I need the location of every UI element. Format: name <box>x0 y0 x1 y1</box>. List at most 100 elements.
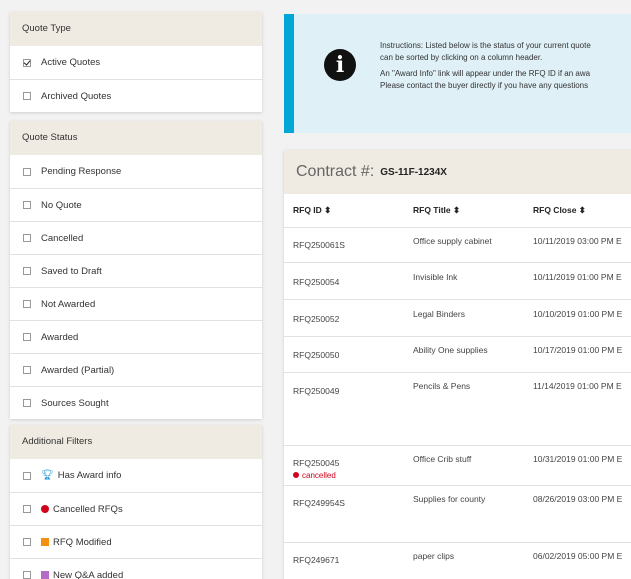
rfq-id-cell[interactable]: RFQ250049 <box>284 371 404 445</box>
rfq-id-cell[interactable]: RFQ250050 <box>284 335 404 372</box>
additional-filters-header: Additional Filters <box>10 425 262 459</box>
filter-sources-sought[interactable]: Sources Sought <box>10 386 262 419</box>
info-icon: i <box>324 49 356 81</box>
sources-sought-checkbox[interactable] <box>23 399 31 407</box>
filter-awarded[interactable]: Awarded <box>10 320 262 353</box>
red-dot-icon <box>293 472 299 478</box>
rfq-modified-checkbox[interactable] <box>23 538 31 546</box>
red-dot-icon <box>41 505 49 513</box>
no-quote-checkbox[interactable] <box>23 201 31 209</box>
quote-type-panel: Quote Type Active Quotes Archived Quotes <box>10 12 262 112</box>
has-award-info-checkbox[interactable] <box>23 471 31 480</box>
pending-response-checkbox[interactable] <box>23 167 31 176</box>
table-header-row: RFQ ID ⬍ RFQ Title ⬍ RFQ Close ⬍ <box>284 194 631 227</box>
table-row[interactable]: RFQ250045 cancelled Office Crib stuff 10… <box>284 444 631 485</box>
filter-label: RFQ Modified <box>53 536 112 548</box>
table-row[interactable]: RFQ250054 Invisible Ink 10/11/2019 01:00… <box>284 261 631 299</box>
instructions-box: i Instructions: Listed below is the stat… <box>284 14 631 133</box>
rfq-title-cell: Office supply cabinet <box>404 226 524 262</box>
rfq-close-cell: 10/17/2019 01:00 PM E <box>524 335 631 372</box>
rfq-id-cell[interactable]: RFQ249671 <box>284 541 404 579</box>
filter-not-awarded[interactable]: Not Awarded <box>10 287 262 320</box>
filter-label: Sources Sought <box>41 397 109 409</box>
saved-to-draft-checkbox[interactable] <box>23 267 31 275</box>
rfq-close-cell: 11/14/2019 01:00 PM E <box>524 371 631 445</box>
rfq-title-cell: Pencils & Pens <box>404 371 524 445</box>
orange-square-icon <box>41 538 49 546</box>
table-row[interactable]: RFQ249671 paper clips 06/02/2019 05:00 P… <box>284 541 631 579</box>
filter-active-quotes[interactable]: Active Quotes <box>10 46 262 79</box>
awarded-partial-checkbox[interactable] <box>23 366 31 374</box>
cancelled-checkbox[interactable] <box>23 234 31 242</box>
rfq-id-text[interactable]: RFQ250045 <box>293 458 404 468</box>
rfq-title-cell: Ability One supplies <box>404 335 524 372</box>
rfq-id-cell[interactable]: RFQ250054 <box>284 261 404 299</box>
active-quotes-checkbox[interactable] <box>23 58 31 67</box>
rfq-close-cell: 06/02/2019 05:00 PM E <box>524 541 631 579</box>
table-row[interactable]: RFQ250050 Ability One supplies 10/17/201… <box>284 335 631 372</box>
filter-label: Cancelled RFQs <box>53 503 123 515</box>
filter-label: Has Award info <box>57 470 122 481</box>
quote-type-header: Quote Type <box>10 12 262 46</box>
filter-pending-response[interactable]: Pending Response <box>10 155 262 188</box>
table-row[interactable]: RFQ250061S Office supply cabinet 10/11/2… <box>284 226 631 262</box>
rfq-title-cell: Invisible Ink <box>404 261 524 299</box>
filter-label: Not Awarded <box>41 298 96 310</box>
rfq-title-column-header[interactable]: RFQ Title ⬍ <box>404 194 524 227</box>
contract-number: GS-11F-1234X <box>380 166 447 178</box>
not-awarded-checkbox[interactable] <box>23 300 31 308</box>
rfq-close-cell: 10/31/2019 01:00 PM E <box>524 444 631 485</box>
filter-archived-quotes[interactable]: Archived Quotes <box>10 79 262 112</box>
table-row[interactable]: RFQ249954S Supplies for county 08/26/201… <box>284 484 631 542</box>
filter-label: New Q&A added <box>53 569 124 579</box>
rfq-close-column-header[interactable]: RFQ Close ⬍ <box>524 194 631 227</box>
filter-has-award-info[interactable]: 🏆︎ Has Award info <box>10 459 262 492</box>
table-row[interactable]: RFQ250052 Legal Binders 10/10/2019 01:00… <box>284 298 631 336</box>
filter-label: Awarded <box>41 331 79 343</box>
filter-cancelled-rfqs[interactable]: Cancelled RFQs <box>10 492 262 525</box>
filter-label: No Quote <box>41 199 82 211</box>
trophy-icon: 🏆︎ <box>41 470 54 481</box>
rfq-title-cell: paper clips <box>404 541 524 579</box>
instructions-line: can be sorted by clicking on a column he… <box>380 53 543 62</box>
instructions-line: Instructions: Listed below is the status… <box>380 41 591 50</box>
quote-status-panel: Quote Status Pending Response No Quote C… <box>10 121 262 419</box>
rfq-id-cell[interactable]: RFQ249954S <box>284 484 404 542</box>
archived-quotes-checkbox[interactable] <box>23 92 31 100</box>
table-row[interactable]: RFQ250049 Pencils & Pens 11/14/2019 01:0… <box>284 371 631 445</box>
filter-awarded-partial[interactable]: Awarded (Partial) <box>10 353 262 386</box>
rfq-close-cell: 08/26/2019 03:00 PM E <box>524 484 631 542</box>
contract-panel: Contract #: GS-11F-1234X RFQ ID ⬍ RFQ Ti… <box>284 150 631 579</box>
filter-label: Saved to Draft <box>41 265 102 277</box>
cancelled-label: cancelled <box>302 470 336 480</box>
rfq-close-cell: 10/10/2019 01:00 PM E <box>524 298 631 336</box>
instructions-text: Instructions: Listed below is the status… <box>380 40 631 96</box>
filter-label: Pending Response <box>41 166 122 177</box>
filter-rfq-modified[interactable]: RFQ Modified <box>10 525 262 558</box>
instructions-line: Please contact the buyer directly if you… <box>380 81 589 90</box>
rfq-id-cell[interactable]: RFQ250052 <box>284 298 404 336</box>
filter-saved-to-draft[interactable]: Saved to Draft <box>10 254 262 287</box>
contract-header: Contract #: GS-11F-1234X <box>284 150 631 194</box>
new-qa-added-checkbox[interactable] <box>23 571 31 579</box>
rfq-id-cell[interactable]: RFQ250045 cancelled <box>284 444 404 485</box>
cancelled-rfqs-checkbox[interactable] <box>23 505 31 513</box>
filter-label: Active Quotes <box>41 57 101 68</box>
additional-filters-panel: Additional Filters 🏆︎ Has Award info Can… <box>10 425 262 579</box>
rfq-close-cell: 10/11/2019 01:00 PM E <box>524 261 631 299</box>
filter-label: Awarded (Partial) <box>41 364 115 376</box>
filter-new-qa-added[interactable]: New Q&A added <box>10 558 262 579</box>
rfq-close-cell: 10/11/2019 03:00 PM E <box>524 226 631 262</box>
quote-status-header: Quote Status <box>10 121 262 155</box>
filter-no-quote[interactable]: No Quote <box>10 188 262 221</box>
rfq-table: RFQ ID ⬍ RFQ Title ⬍ RFQ Close ⬍ RFQ2500… <box>284 194 631 579</box>
filter-label: Archived Quotes <box>41 90 112 102</box>
filter-cancelled[interactable]: Cancelled <box>10 221 262 254</box>
rfq-title-cell: Office Crib stuff <box>404 444 524 485</box>
rfq-title-cell: Legal Binders <box>404 298 524 336</box>
rfq-id-column-header[interactable]: RFQ ID ⬍ <box>284 194 404 227</box>
instructions-line: An "Award Info" link will appear under t… <box>380 69 591 78</box>
cancelled-tag: cancelled <box>293 471 404 480</box>
rfq-id-cell[interactable]: RFQ250061S <box>284 226 404 262</box>
awarded-checkbox[interactable] <box>23 333 31 341</box>
